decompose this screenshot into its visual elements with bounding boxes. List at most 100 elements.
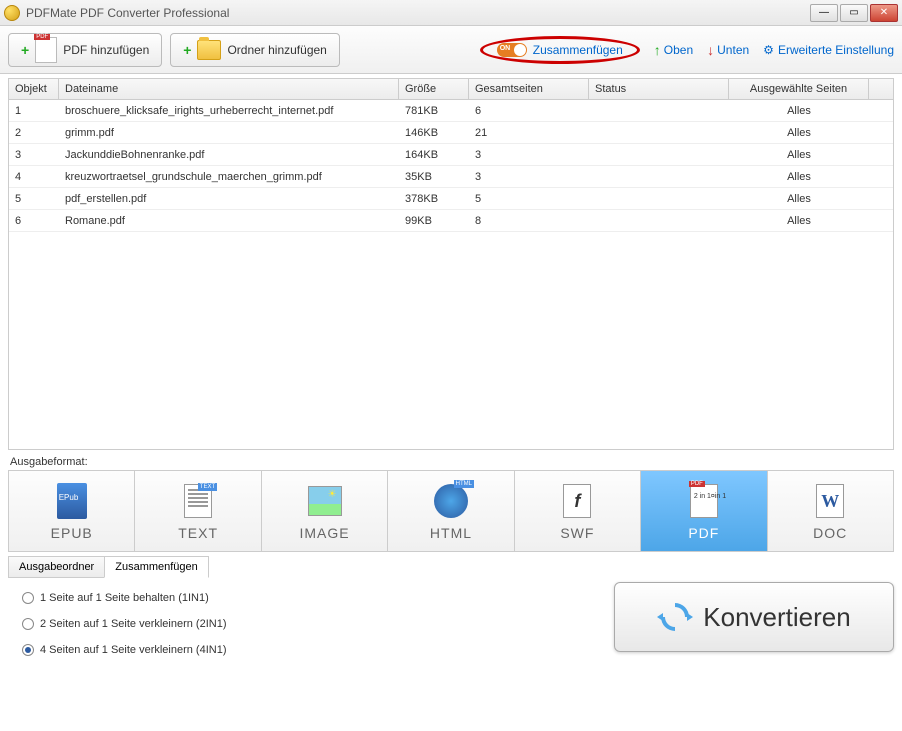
- window-buttons: — ▭ ✕: [810, 4, 898, 22]
- cell-selected: Alles: [729, 213, 869, 229]
- cell-size: 99KB: [399, 213, 469, 229]
- cell-selected: Alles: [729, 147, 869, 163]
- convert-label: Konvertieren: [703, 602, 850, 633]
- table-row[interactable]: 6Romane.pdf99KB8 Alles: [9, 210, 893, 232]
- cell-status: [589, 175, 729, 179]
- window-title: PDFMate PDF Converter Professional: [26, 6, 810, 20]
- radio-label: 1 Seite auf 1 Seite behalten (1IN1): [40, 592, 209, 604]
- add-folder-button[interactable]: + Ordner hinzufügen: [170, 33, 340, 67]
- merge-label: Zusammenfügen: [533, 43, 623, 57]
- format-label: IMAGE: [299, 525, 349, 541]
- html-icon: [431, 481, 471, 521]
- radio-1in1[interactable]: 1 Seite auf 1 Seite behalten (1IN1): [22, 592, 592, 604]
- col-pages[interactable]: Gesamtseiten: [469, 79, 589, 99]
- table-row[interactable]: 4kreuzwortraetsel_grundschule_maerchen_g…: [9, 166, 893, 188]
- bottom-left: Ausgabeordner Zusammenfügen 1 Seite auf …: [8, 556, 606, 684]
- table-row[interactable]: 3JackunddieBohnenranke.pdf164KB3Alles: [9, 144, 893, 166]
- col-filename[interactable]: Dateiname: [59, 79, 399, 99]
- toggle-on-label: ON: [500, 45, 511, 52]
- cell-selected: Alles: [729, 191, 869, 207]
- cell-size: 781KB: [399, 103, 469, 119]
- format-pdf[interactable]: PDF: [641, 471, 767, 551]
- cell-selected: Alles: [729, 169, 869, 185]
- toolbar-right: ON Zusammenfügen ↑ Oben ↓ Unten ⚙ Erweit…: [480, 36, 894, 64]
- arrow-up-icon: ↑: [654, 42, 661, 58]
- cell-pages: 5: [469, 191, 589, 207]
- table-row[interactable]: 1broschuere_klicksafe_irights_urheberrec…: [9, 100, 893, 122]
- cell-pages: 6: [469, 103, 589, 119]
- settings-label: Erweiterte Einstellung: [778, 43, 894, 57]
- tab-content-merge: 1 Seite auf 1 Seite behalten (1IN1) 2 Se…: [8, 578, 606, 684]
- cell-filename: kreuzwortraetsel_grundschule_maerchen_gr…: [59, 169, 399, 185]
- format-swf[interactable]: fSWF: [515, 471, 641, 551]
- format-label: EPUB: [51, 525, 93, 541]
- cell-index: 1: [9, 103, 59, 119]
- cell-selected: Alles: [729, 103, 869, 119]
- move-down-button[interactable]: ↓ Unten: [707, 42, 749, 58]
- cell-pages: 8: [469, 213, 589, 229]
- maximize-button[interactable]: ▭: [840, 4, 868, 22]
- format-doc[interactable]: DOC: [768, 471, 893, 551]
- col-size[interactable]: Größe: [399, 79, 469, 99]
- gear-icon: ⚙: [763, 43, 774, 57]
- cell-index: 2: [9, 125, 59, 141]
- format-html[interactable]: HTML: [388, 471, 514, 551]
- col-object[interactable]: Objekt: [9, 79, 59, 99]
- add-pdf-label: PDF hinzufügen: [63, 43, 149, 57]
- cell-size: 146KB: [399, 125, 469, 141]
- swf-icon: f: [557, 481, 597, 521]
- cell-pages: 3: [469, 169, 589, 185]
- radio-2in1[interactable]: 2 Seiten auf 1 Seite verkleinern (2IN1): [22, 618, 592, 630]
- cell-size: 35KB: [399, 169, 469, 185]
- radio-label: 4 Seiten auf 1 Seite verkleinern (4IN1): [40, 644, 227, 656]
- radio-4in1[interactable]: 4 Seiten auf 1 Seite verkleinern (4IN1): [22, 644, 592, 656]
- format-label: PDF: [688, 525, 719, 541]
- cell-size: 378KB: [399, 191, 469, 207]
- table-row[interactable]: 5pdf_erstellen.pdf378KB5Alles: [9, 188, 893, 210]
- convert-button[interactable]: Konvertieren: [614, 582, 894, 652]
- tab-output-folder[interactable]: Ausgabeordner: [8, 556, 105, 578]
- cell-index: 6: [9, 213, 59, 229]
- down-label: Unten: [717, 43, 749, 57]
- cell-pages: 3: [469, 147, 589, 163]
- minimize-button[interactable]: —: [810, 4, 838, 22]
- format-image[interactable]: IMAGE: [262, 471, 388, 551]
- file-table: Objekt Dateiname Größe Gesamtseiten Stat…: [8, 78, 894, 450]
- advanced-settings-button[interactable]: ⚙ Erweiterte Einstellung: [763, 43, 894, 57]
- radio-icon: [22, 592, 34, 604]
- merge-toggle[interactable]: ON: [497, 43, 527, 57]
- format-epub[interactable]: EPUB: [9, 471, 135, 551]
- close-button[interactable]: ✕: [870, 4, 898, 22]
- plus-icon: +: [21, 42, 29, 58]
- format-label: TEXT: [178, 525, 218, 541]
- cell-index: 4: [9, 169, 59, 185]
- up-label: Oben: [664, 43, 693, 57]
- table-row[interactable]: 2grimm.pdf146KB21 Alles: [9, 122, 893, 144]
- add-pdf-button[interactable]: + PDF hinzufügen: [8, 33, 162, 67]
- output-formats: EPUB TEXT IMAGE HTML fSWF PDF DOC: [8, 470, 894, 552]
- tab-merge[interactable]: Zusammenfügen: [104, 556, 209, 578]
- cell-status: [589, 109, 729, 113]
- move-up-button[interactable]: ↑ Oben: [654, 42, 693, 58]
- cell-selected: Alles: [729, 125, 869, 141]
- radio-label: 2 Seiten auf 1 Seite verkleinern (2IN1): [40, 618, 227, 630]
- table-body: 1broschuere_klicksafe_irights_urheberrec…: [9, 100, 893, 449]
- format-label: HTML: [430, 525, 472, 541]
- plus-icon: +: [183, 42, 191, 58]
- table-header: Objekt Dateiname Größe Gesamtseiten Stat…: [9, 79, 893, 100]
- cell-filename: Romane.pdf: [59, 213, 399, 229]
- bottom-panel: Ausgabeordner Zusammenfügen 1 Seite auf …: [8, 556, 894, 684]
- col-status[interactable]: Status: [589, 79, 729, 99]
- format-text[interactable]: TEXT: [135, 471, 261, 551]
- col-selected[interactable]: Ausgewählte Seiten: [729, 79, 869, 99]
- cell-pages: 21: [469, 125, 589, 141]
- pdf-file-icon: [35, 37, 57, 63]
- cell-filename: broschuere_klicksafe_irights_urheberrech…: [59, 103, 399, 119]
- cell-index: 3: [9, 147, 59, 163]
- radio-icon: [22, 644, 34, 656]
- convert-icon: [657, 599, 693, 635]
- cell-index: 5: [9, 191, 59, 207]
- format-label: DOC: [813, 525, 847, 541]
- arrow-down-icon: ↓: [707, 42, 714, 58]
- cell-filename: grimm.pdf: [59, 125, 399, 141]
